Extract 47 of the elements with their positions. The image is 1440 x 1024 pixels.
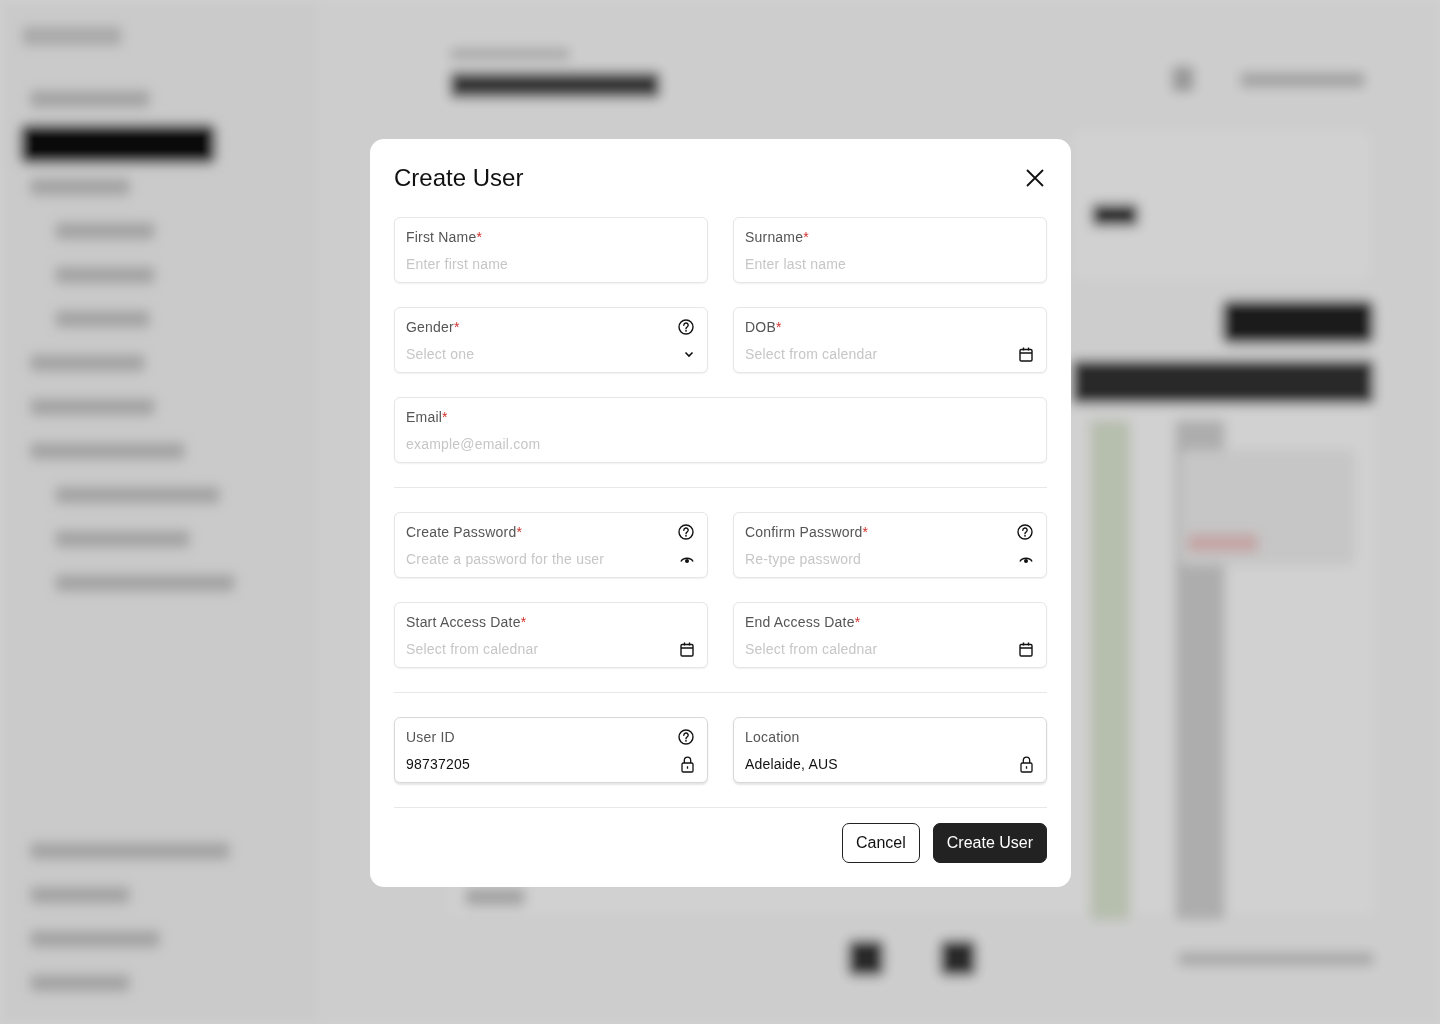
field-label: Start Access Date*	[406, 614, 527, 630]
input-field[interactable]: Adelaide, AUS	[745, 756, 1020, 772]
field-label: Location	[745, 729, 800, 745]
field-label: User ID	[406, 729, 455, 745]
input-field[interactable]: example@email.com	[406, 436, 1035, 452]
field-label: First Name*	[406, 229, 483, 245]
form-field[interactable]: Start Access Date* Select from calednar	[394, 602, 708, 668]
form-field[interactable]: Confirm Password* Re-type password	[733, 512, 1047, 578]
field-label: Create Password*	[406, 524, 523, 540]
help-icon[interactable]	[678, 319, 694, 335]
input-field[interactable]: Enter last name	[745, 256, 1035, 272]
input-field[interactable]: 98737205	[406, 756, 681, 772]
form-field[interactable]: Surname* Enter last name	[733, 217, 1047, 283]
lock-icon	[1020, 755, 1033, 773]
chevron-down-icon[interactable]	[684, 350, 694, 358]
calendar-icon[interactable]	[680, 641, 694, 657]
field-label: Surname*	[745, 229, 809, 245]
form-field[interactable]: Location Adelaide, AUS	[733, 717, 1047, 783]
field-label: Confirm Password*	[745, 524, 869, 540]
dialog-title: Create User	[394, 163, 524, 193]
form-field[interactable]: Create Password* Create a password for the user	[394, 512, 708, 578]
field-label: Email*	[406, 409, 448, 425]
input-field[interactable]: Select one	[406, 346, 684, 362]
help-icon[interactable]	[678, 729, 694, 745]
lock-icon	[681, 755, 694, 773]
input-field[interactable]: Select from calendar	[745, 346, 1019, 362]
form-field[interactable]: First Name* Enter first name	[394, 217, 708, 283]
field-label: Gender*	[406, 319, 460, 335]
help-icon[interactable]	[1017, 524, 1033, 540]
field-label: DOB*	[745, 319, 782, 335]
field-label: End Access Date*	[745, 614, 861, 630]
input-field[interactable]: Enter first name	[406, 256, 696, 272]
calendar-icon[interactable]	[1019, 641, 1033, 657]
help-icon[interactable]	[678, 524, 694, 540]
input-field[interactable]: Select from calednar	[406, 641, 680, 657]
form-field[interactable]: Email* example@email.com	[394, 397, 1047, 463]
calendar-icon[interactable]	[1019, 346, 1033, 362]
cancel-button[interactable]: Cancel	[841, 823, 920, 863]
form-field[interactable]: Gender* Select one	[394, 307, 708, 373]
input-field[interactable]: Select from calednar	[745, 641, 1019, 657]
form-field[interactable]: End Access Date* Select from calednar	[733, 602, 1047, 668]
input-field[interactable]: Create a password for the user	[406, 551, 680, 567]
create-button[interactable]: Create User	[932, 823, 1047, 863]
close-icon[interactable]	[1025, 168, 1045, 188]
input-field[interactable]: Re-type password	[745, 551, 1019, 567]
form-field[interactable]: DOB* Select from calendar	[733, 307, 1047, 373]
form-field[interactable]: User ID 98737205	[394, 717, 708, 783]
